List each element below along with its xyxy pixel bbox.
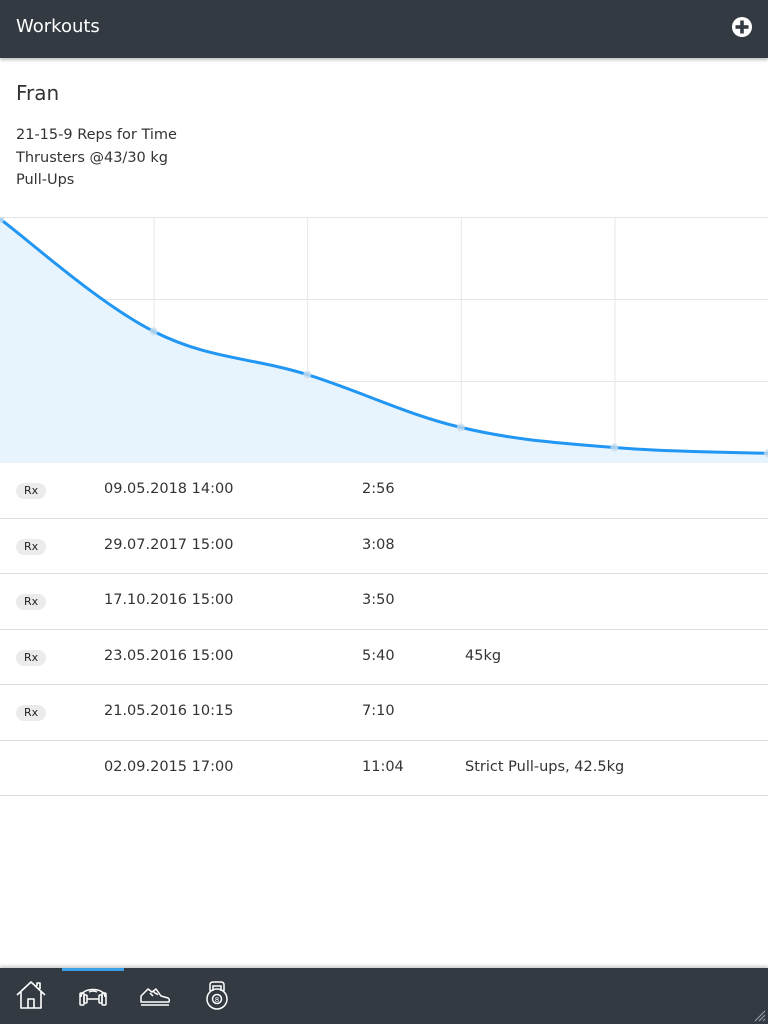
result-time: 5:40 bbox=[362, 647, 395, 664]
rx-badge: Rx bbox=[16, 483, 47, 499]
workout-description: 21-15-9 Reps for Time Thrusters @43/30 k… bbox=[16, 124, 177, 192]
chart-data-point[interactable] bbox=[456, 423, 465, 432]
description-line: Pull-Ups bbox=[16, 172, 75, 188]
dumbbell-icon bbox=[79, 988, 107, 1006]
result-date: 29.07.2017 15:00 bbox=[104, 536, 234, 553]
result-note: Strict Pull-ups, 42.5kg bbox=[465, 758, 625, 775]
app-header: Workouts bbox=[0, 0, 768, 58]
rx-badge: Rx bbox=[16, 649, 47, 666]
chart-data-point[interactable] bbox=[303, 370, 312, 379]
bottom-nav: 8 bbox=[0, 968, 768, 1024]
result-row[interactable]: Rx 17.10.2016 15:00 3:50 bbox=[0, 574, 768, 630]
tab-home[interactable] bbox=[0, 968, 62, 1024]
results-list: Rx 09.05.2018 14:00 2:56 Rx 29.07.2017 15:00… bbox=[0, 463, 768, 796]
result-row[interactable]: Rx 21.05.2016 10:15 7:10 bbox=[0, 685, 768, 741]
svg-text:8: 8 bbox=[215, 996, 219, 1004]
result-note: 45kg bbox=[465, 647, 502, 664]
page-title: Workouts bbox=[16, 16, 100, 37]
workout-name: Fran bbox=[16, 81, 60, 105]
plus-circle-icon bbox=[732, 17, 752, 37]
result-time: 7:10 bbox=[362, 703, 395, 719]
tab-kettlebell[interactable]: 8 bbox=[186, 968, 248, 1024]
resize-grip-icon[interactable] bbox=[754, 1010, 766, 1022]
result-date: 02.09.2015 17:00 bbox=[104, 758, 234, 775]
results-chart bbox=[0, 217, 768, 463]
rx-badge: Rx bbox=[16, 538, 47, 555]
rx-badge: Rx bbox=[16, 594, 47, 610]
result-row[interactable]: Rx 09.05.2018 14:00 2:56 bbox=[0, 463, 768, 519]
running-shoe-icon bbox=[140, 988, 171, 1006]
result-date: 17.10.2016 15:00 bbox=[104, 592, 234, 608]
kettlebell-icon: 8 bbox=[206, 981, 228, 1010]
result-time: 3:50 bbox=[362, 592, 395, 608]
home-icon bbox=[16, 981, 46, 1009]
result-time: 3:08 bbox=[362, 536, 395, 553]
result-row[interactable]: Rx 29.07.2017 15:00 3:08 bbox=[0, 519, 768, 574]
rx-badge: Rx bbox=[16, 705, 47, 721]
chart-area bbox=[0, 219, 768, 463]
result-row[interactable]: Rx 23.05.2016 15:00 5:40 45kg bbox=[0, 630, 768, 685]
chart-data-point[interactable] bbox=[149, 327, 158, 336]
result-time: 2:56 bbox=[362, 481, 395, 497]
result-date: 21.05.2016 10:15 bbox=[104, 703, 234, 719]
description-line: Thrusters @43/30 kg bbox=[16, 149, 168, 166]
result-row[interactable]: 02.09.2015 17:00 11:04 Strict Pull-ups, 42… bbox=[0, 741, 768, 796]
result-date: 23.05.2016 15:00 bbox=[104, 647, 234, 664]
result-time: 11:04 bbox=[362, 758, 404, 775]
result-date: 09.05.2018 14:00 bbox=[104, 481, 234, 497]
tab-workouts[interactable] bbox=[62, 968, 124, 1024]
chart-data-point[interactable] bbox=[610, 443, 619, 452]
tab-cardio[interactable] bbox=[124, 968, 186, 1024]
description-line: 21-15-9 Reps for Time bbox=[16, 127, 177, 143]
add-workout-button[interactable] bbox=[731, 16, 753, 38]
